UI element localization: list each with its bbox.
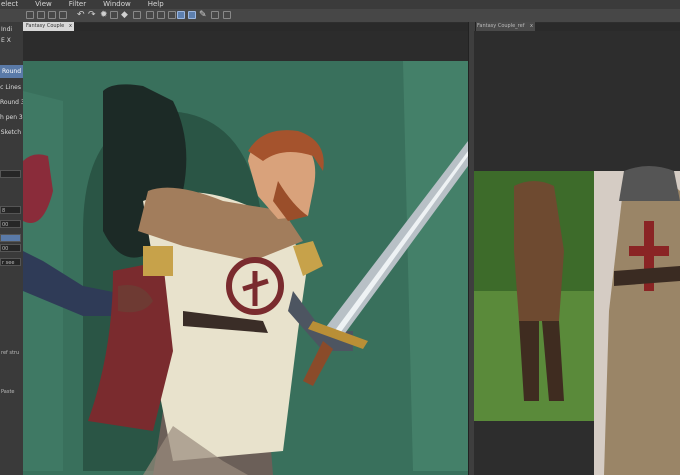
tab-canvas-label: Fantasy Couple <box>26 23 65 29</box>
menu-select[interactable]: elect <box>0 0 28 9</box>
reference-image <box>474 166 680 475</box>
tool-property-panel: Indi E X Round c Lines Round 3 h pen 3 S… <box>0 22 24 475</box>
drawing-canvas[interactable] <box>23 31 468 475</box>
paste-label[interactable]: Paste <box>1 389 15 395</box>
new-canvas-icon[interactable] <box>26 11 34 19</box>
invert-selection-icon[interactable] <box>157 11 165 19</box>
brush-item-lines[interactable]: c Lines <box>0 81 23 94</box>
brush-subtool-row[interactable] <box>0 170 21 178</box>
close-icon[interactable]: x <box>69 22 72 31</box>
fill-icon[interactable]: ◆ <box>121 10 128 20</box>
snap-ruler-icon[interactable] <box>177 11 185 19</box>
brush-item-sketch[interactable]: Sketch <box>0 126 23 139</box>
close-icon[interactable]: x <box>530 22 533 31</box>
brush-item-round-3[interactable]: Round 3 <box>0 96 23 109</box>
stabilization-value: 00 <box>2 246 9 252</box>
menu-bar: elect View Filter Window Help <box>0 0 680 9</box>
menu-filter[interactable]: Filter <box>62 0 96 9</box>
menu-view[interactable]: View <box>28 0 62 9</box>
blend-mode-value: r see <box>2 260 15 266</box>
export-icon[interactable] <box>59 11 67 19</box>
window-icon[interactable] <box>223 11 231 19</box>
undo-icon[interactable]: ↶ <box>77 10 85 20</box>
tab-fantasy-couple[interactable]: Fantasy Couple x <box>23 22 74 31</box>
command-bar: ↶ ↷ ✹ ◆ ✎ <box>0 9 680 23</box>
open-file-icon[interactable] <box>37 11 45 19</box>
layer-indicator-label: Indi <box>1 26 13 33</box>
crop-icon[interactable] <box>168 11 176 19</box>
brush-item-round[interactable]: Round <box>0 65 23 78</box>
transform-icon[interactable] <box>133 11 141 19</box>
snap-grid-icon[interactable] <box>188 11 196 19</box>
deselect-icon[interactable] <box>146 11 154 19</box>
opacity-value: 00 <box>2 222 9 228</box>
redo-icon[interactable]: ↷ <box>88 10 96 20</box>
brush-size-value: 8 <box>2 208 6 214</box>
tab-reference-label: Fantasy Couple_ref <box>477 23 525 29</box>
pen-icon[interactable]: ✎ <box>199 10 207 20</box>
brush-item-pen-3[interactable]: h pen 3 <box>0 111 23 124</box>
reference-panel[interactable] <box>474 31 680 475</box>
reference-hint-label: ref stru <box>1 350 20 356</box>
ruler-icon[interactable] <box>211 11 219 19</box>
density-slider[interactable] <box>0 234 21 242</box>
tab-fantasy-couple-ref[interactable]: Fantasy Couple_ref x <box>474 22 535 31</box>
artwork-knight <box>23 61 468 475</box>
save-icon[interactable] <box>48 11 56 19</box>
spinner-icon[interactable]: ✹ <box>100 10 108 20</box>
menu-window[interactable]: Window <box>96 0 141 9</box>
layer-extra-label: E X <box>1 37 11 44</box>
menu-help[interactable]: Help <box>141 0 174 9</box>
clear-icon[interactable] <box>110 11 118 19</box>
